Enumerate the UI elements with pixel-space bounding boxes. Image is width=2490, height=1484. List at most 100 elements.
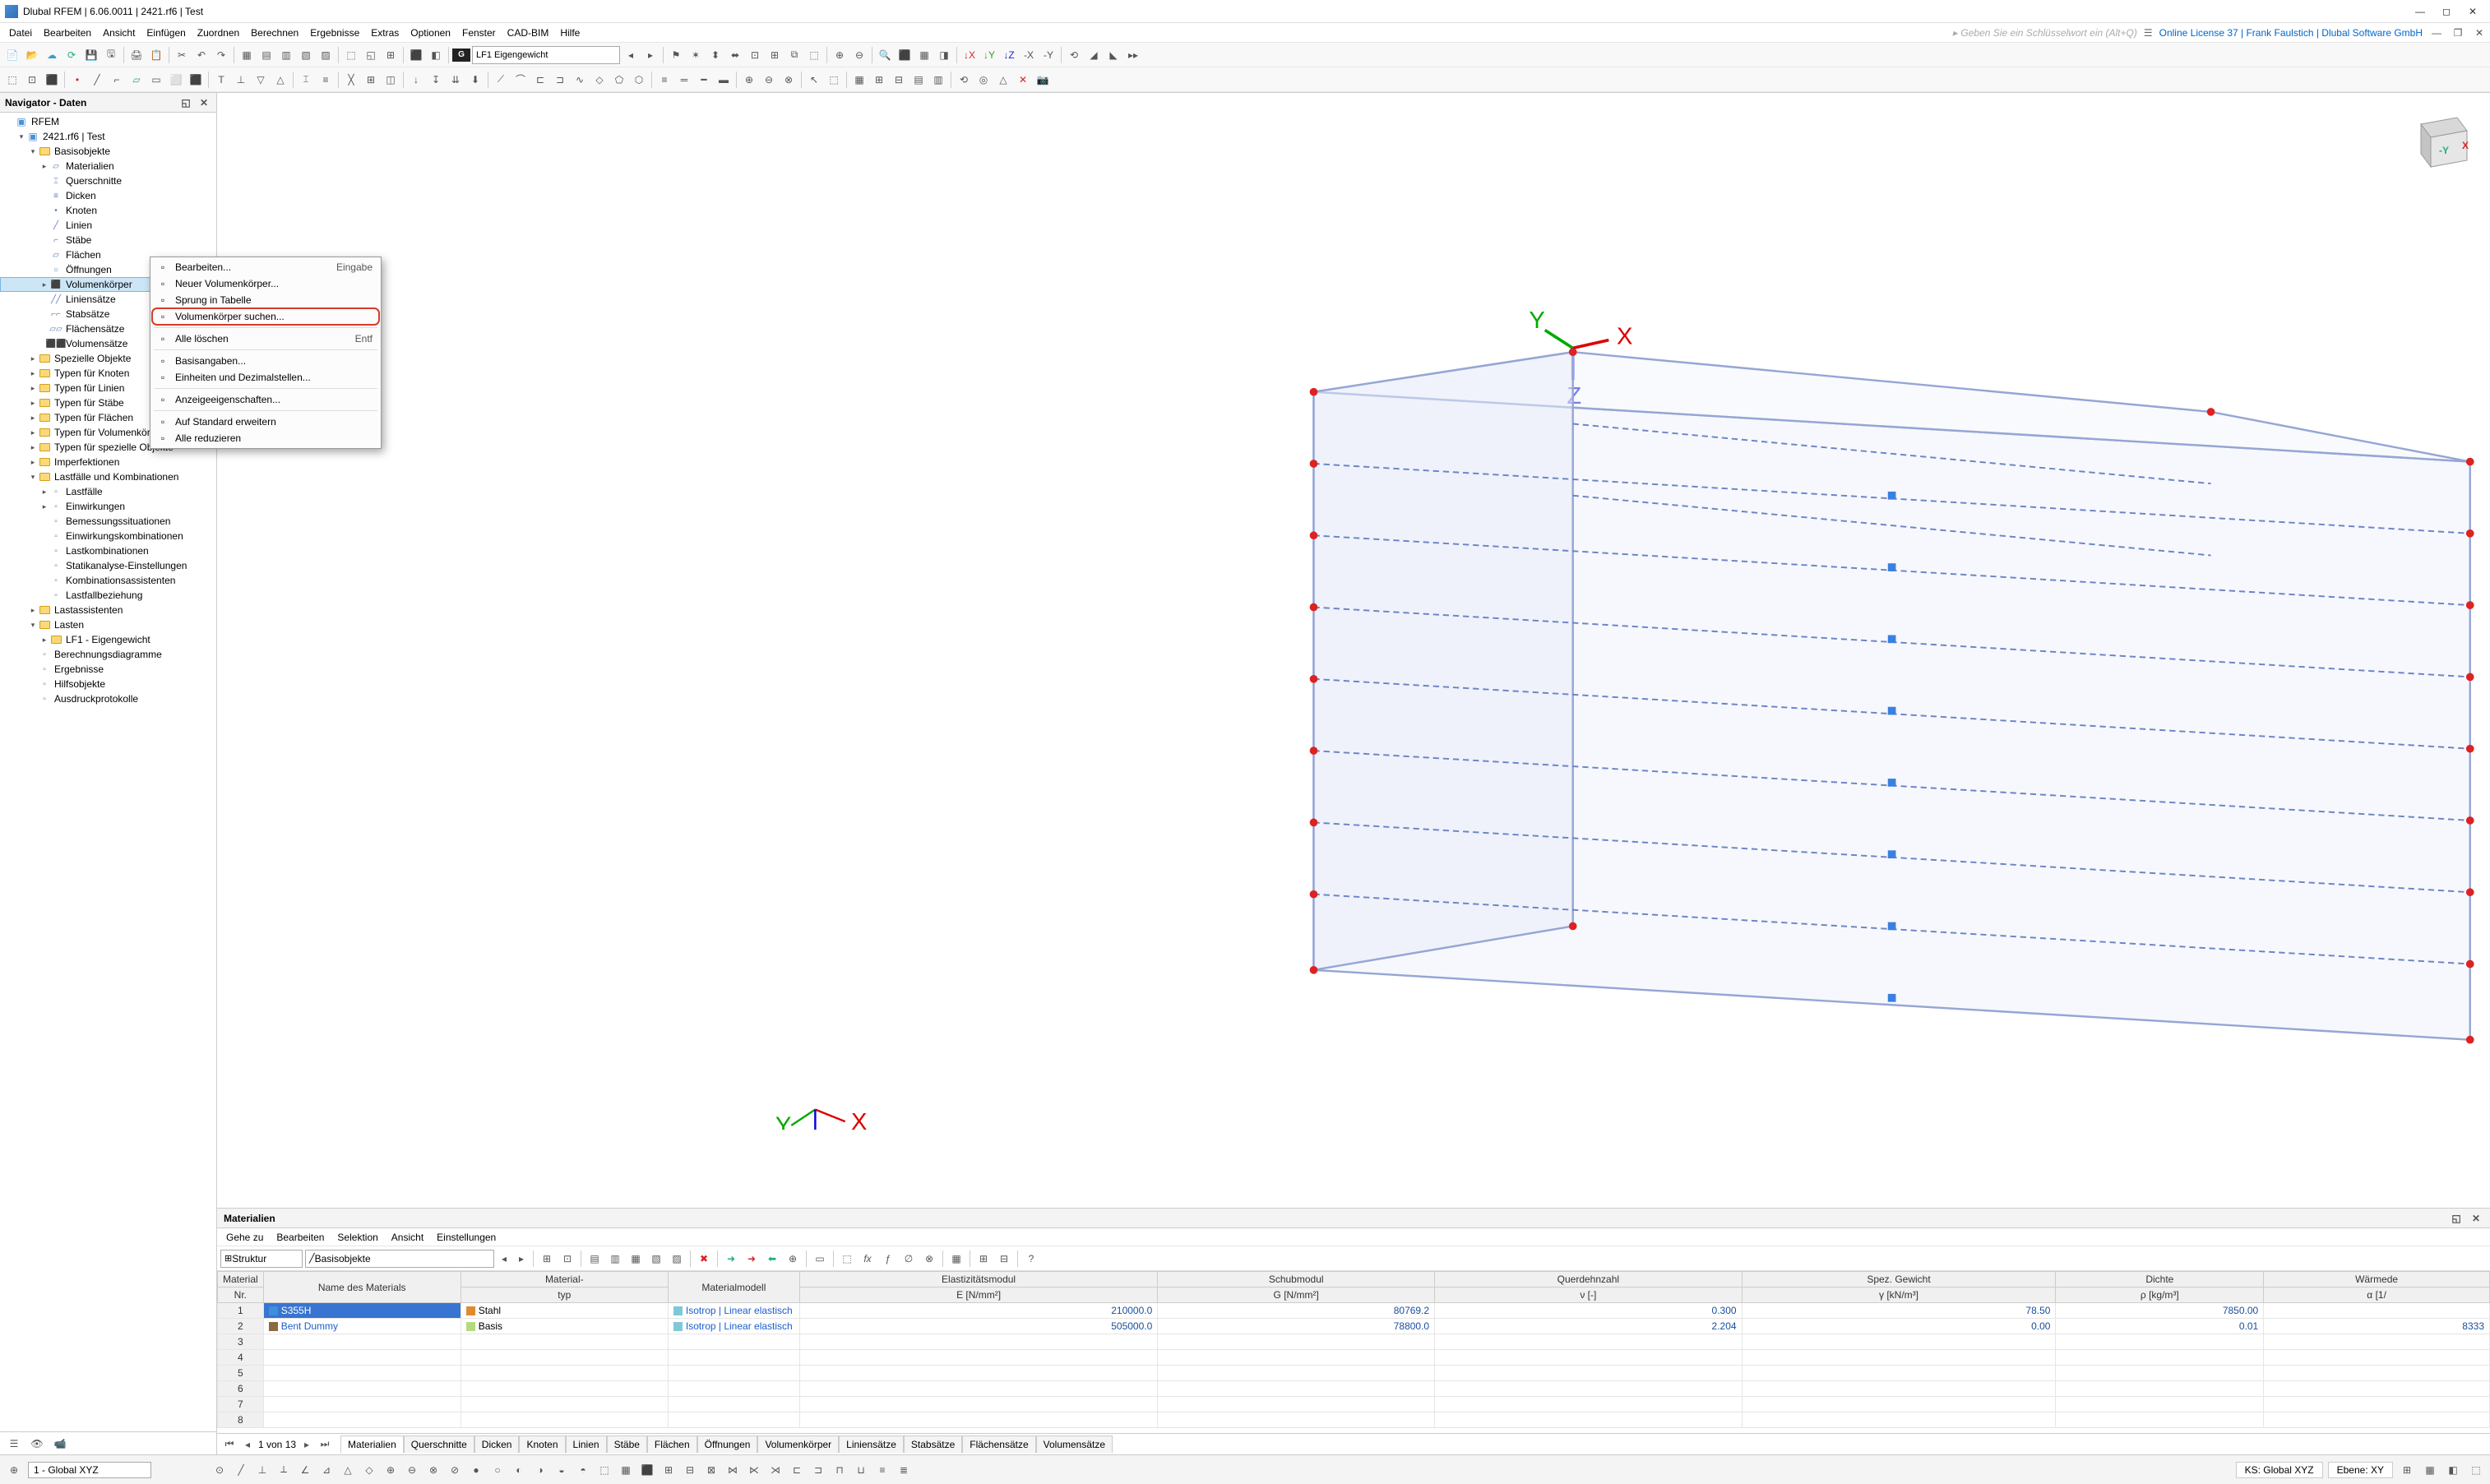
table-tab-öffnungen[interactable]: Öffnungen [697, 1435, 758, 1453]
report-icon[interactable]: 📋 [147, 46, 165, 64]
table-tab-stäbe[interactable]: Stäbe [607, 1435, 647, 1453]
tb2-p[interactable]: ≡ [317, 71, 335, 89]
tb2-l[interactable]: ⊥ [232, 71, 250, 89]
next-table-button[interactable]: ▸ [514, 1251, 529, 1266]
panel-close-icon-2[interactable]: ✕ [2469, 1211, 2483, 1226]
snap-icon-15[interactable]: ◑ [531, 1461, 549, 1479]
tb2-r[interactable]: ⊞ [362, 71, 380, 89]
tree-lastf-lle-und-kombinationen[interactable]: ▾Lastfälle und Kombinationen [0, 469, 216, 484]
save-icon[interactable]: 💾 [82, 46, 100, 64]
tb2-aa[interactable]: ⊐ [551, 71, 569, 89]
open-file-icon[interactable]: 📂 [23, 46, 41, 64]
tb2-au[interactable]: ◎ [974, 71, 993, 89]
snap-icon-14[interactable]: ◐ [510, 1461, 528, 1479]
menu-extras[interactable]: Extras [365, 25, 405, 41]
redo-icon[interactable]: ↷ [212, 46, 230, 64]
status-tail-c[interactable]: ◧ [2444, 1461, 2462, 1479]
tree-st-be[interactable]: ⌐Stäbe [0, 233, 216, 247]
snap-icon-32[interactable]: ≣ [895, 1461, 913, 1479]
ctx-basisangaben-[interactable]: ▫Basisangaben... [152, 353, 379, 369]
tree-ergebnisse[interactable]: ▫Ergebnisse [0, 662, 216, 677]
ptb-a[interactable]: ⊞ [538, 1250, 556, 1268]
basisobjekte-combo[interactable]: ╱ Basisobjekte [305, 1250, 494, 1268]
ptb-h[interactable]: ➜ [722, 1250, 740, 1268]
tb2-ae[interactable]: ⬡ [630, 71, 648, 89]
tb-icon-u[interactable]: 🔍 [876, 46, 894, 64]
table-row[interactable]: 7 [218, 1397, 2490, 1412]
snap-icon-16[interactable]: ◒ [553, 1461, 571, 1479]
snap-icon-18[interactable]: ⬚ [595, 1461, 613, 1479]
table-tab-materialien[interactable]: Materialien [340, 1435, 404, 1453]
ctx-bearbeiten-[interactable]: ▫Bearbeiten...Eingabe [152, 259, 379, 275]
tb-icon-k[interactable]: ⚑ [667, 46, 685, 64]
menu-einfügen[interactable]: Einfügen [141, 25, 191, 41]
menu-fenster[interactable]: Fenster [456, 25, 502, 41]
snap-icon-21[interactable]: ⊞ [660, 1461, 678, 1479]
snap-icon-31[interactable]: ≡ [873, 1461, 891, 1479]
delete-row-icon[interactable]: ✖ [695, 1250, 713, 1268]
tb-icon-g[interactable]: ◱ [362, 46, 380, 64]
tb-icon-n[interactable]: ⬌ [726, 46, 744, 64]
tb-icon-i[interactable]: ⬛ [407, 46, 425, 64]
tb2-y[interactable]: ⌒ [511, 71, 530, 89]
table-row[interactable]: 4 [218, 1350, 2490, 1366]
tree-dicken[interactable]: ≡Dicken [0, 188, 216, 203]
tb2-as[interactable]: ▥ [929, 71, 947, 89]
tb2-ac[interactable]: ◇ [590, 71, 609, 89]
tb2-am[interactable]: ↖ [805, 71, 823, 89]
snap-icon-19[interactable]: ▦ [617, 1461, 635, 1479]
tree-kombinationsassistenten[interactable]: ▫Kombinationsassistenten [0, 573, 216, 588]
tb-icon-x[interactable]: ◨ [935, 46, 953, 64]
tb2-ak[interactable]: ⊖ [760, 71, 778, 89]
context-menu[interactable]: ▫Bearbeiten...Eingabe▫Neuer Volumenkörpe… [150, 257, 382, 449]
menu-berechnen[interactable]: Berechnen [245, 25, 304, 41]
nav-tab-data-icon[interactable]: ☰ [7, 1436, 21, 1451]
tb2-aj[interactable]: ⊕ [740, 71, 758, 89]
ptb-d[interactable]: ▥ [606, 1250, 624, 1268]
ptb-q[interactable]: ⊗ [920, 1250, 938, 1268]
refresh-icon[interactable]: ⟳ [62, 46, 81, 64]
restore-secondary-button[interactable]: ❐ [2451, 25, 2465, 40]
snap-icon-3[interactable]: ⟂ [275, 1461, 293, 1479]
pager-first[interactable]: ⏮ [222, 1437, 237, 1452]
tb2-t[interactable]: ↓ [407, 71, 425, 89]
tb2-ah[interactable]: ━ [695, 71, 713, 89]
snap-icon-10[interactable]: ⊗ [424, 1461, 442, 1479]
axis-x-icon[interactable]: ↓X [960, 46, 979, 64]
axis-z-icon[interactable]: ↓Z [1000, 46, 1018, 64]
tree-statikanalyse-einstellungen[interactable]: ▫Statikanalyse-Einstellungen [0, 558, 216, 573]
ptb-l[interactable]: ▭ [811, 1250, 829, 1268]
status-tail-b[interactable]: ▦ [2421, 1461, 2439, 1479]
loadcase-combo[interactable]: LF1 Eigengewicht [472, 46, 620, 64]
ctx-neuer-volumenk-rper-[interactable]: ▫Neuer Volumenkörper... [152, 275, 379, 292]
tb2-g[interactable]: ▱ [127, 71, 146, 89]
ptb-i[interactable]: ➜ [743, 1250, 761, 1268]
tb-icon-b[interactable]: ▤ [257, 46, 275, 64]
tb2-ar[interactable]: ▤ [909, 71, 928, 89]
menu-zuordnen[interactable]: Zuordnen [192, 25, 245, 41]
tb2-w[interactable]: ⬇ [466, 71, 484, 89]
tb2-i[interactable]: ⬜ [167, 71, 185, 89]
next-loadcase-button[interactable]: ▸ [641, 46, 660, 64]
snap-icon-5[interactable]: ⊿ [317, 1461, 336, 1479]
tree-rfem[interactable]: ▣RFEM [0, 114, 216, 129]
snap-icon-17[interactable]: ◓ [574, 1461, 592, 1479]
tb2-m[interactable]: ▽ [252, 71, 270, 89]
ptb-g[interactable]: ▨ [668, 1250, 686, 1268]
tree-querschnitte[interactable]: ⌶Querschnitte [0, 173, 216, 188]
tb2-n[interactable]: △ [271, 71, 289, 89]
tb2-c[interactable]: ⬛ [43, 71, 61, 89]
tb2-an[interactable]: ⬚ [825, 71, 843, 89]
tb-icon-f[interactable]: ⬚ [342, 46, 360, 64]
tree-einwirkungen[interactable]: ▸▫Einwirkungen [0, 499, 216, 514]
snap-icon-4[interactable]: ∠ [296, 1461, 314, 1479]
tree-lasten[interactable]: ▾Lasten [0, 617, 216, 632]
license-menu-icon[interactable]: ☰ [2144, 27, 2153, 39]
table-tab-flächen[interactable]: Flächen [647, 1435, 697, 1453]
table-tab-linien[interactable]: Linien [566, 1435, 607, 1453]
snap-icon-27[interactable]: ⊏ [788, 1461, 806, 1479]
minimize-button[interactable]: — [2414, 6, 2426, 17]
tb-icon-m[interactable]: ⬍ [706, 46, 724, 64]
tb-icon-y[interactable]: ⟲ [1065, 46, 1083, 64]
ptb-p[interactable]: ∅ [900, 1250, 918, 1268]
